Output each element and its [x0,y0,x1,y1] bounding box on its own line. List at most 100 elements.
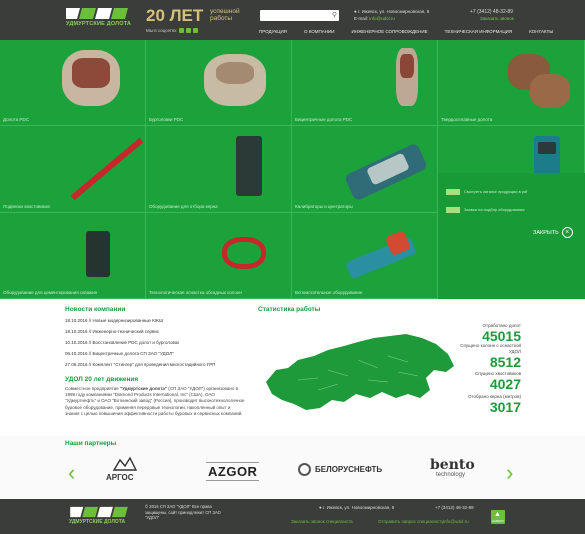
close-icon: × [561,227,573,238]
nav-tech-info[interactable]: ТЕХНИЧЕСКАЯ ИНФОРМАЦИЯ [445,28,513,36]
nav-about[interactable]: О КОМПАНИИ [304,28,335,36]
stat-value: 3017 [489,399,521,415]
partners-title: Наши партнеры [65,440,117,447]
logo[interactable]: УДМУРТСКИЕ ДОЛОТА [66,6,136,30]
location-icon: ● [354,9,357,14]
search-input[interactable]: ⚲ [260,10,339,21]
product-tile-stabilizers[interactable]: Калибраторы и центраторы [292,126,438,213]
social-vk-icon[interactable] [178,28,184,34]
nav-products[interactable]: ПРОДУКЦИЯ [259,28,287,36]
nav-contacts[interactable]: КОНТАКТЫ [529,28,553,36]
news-title: Новости компании [65,306,126,313]
product-tile-pdc-bits[interactable]: Долота PDC [0,40,146,126]
product-label: Оборудование для цементирования скважин [3,290,98,295]
product-tile-liner-hangers[interactable]: Подвески хвостовиков [0,126,146,213]
news-item[interactable]: 27.06.2016 // Комплект "Стингер" для про… [65,362,215,367]
argos-logo-icon [112,456,138,471]
stat-value: 45015 [482,328,521,344]
social-fb-icon[interactable] [186,28,192,34]
partner-bento[interactable]: bento technology [430,458,475,478]
callback-link[interactable]: Заказать звонок [480,16,514,21]
nav-engineering[interactable]: ИНЖЕНЕРНОЕ СОПРОВОЖДЕНИЕ [351,28,427,36]
header-email: E-mail: info@udol.ru [354,16,395,21]
product-label: Твердосплавные долота [441,117,493,122]
arrow-up-icon: ▲ [494,511,501,518]
product-tile-casing[interactable]: Технологическая оснастка обсадных колонн [146,213,292,299]
scroll-top-button[interactable]: ▲ НАВЕРХ [491,510,505,524]
news-item[interactable]: 18.10.2016 // Инженерно-технический серв… [65,329,159,334]
social-label: Мы в соцсетях [146,28,177,33]
logo-mark-icon [66,8,128,19]
search-icon[interactable]: ⚲ [332,11,337,20]
logo-text: УДМУРТСКИЕ ДОЛОТА [66,21,132,27]
anniversary-number: 20 ЛЕТ [146,6,204,25]
product-label: Бурголовки PDC [149,117,184,122]
footer: УДМУРТСКИЕ ДОЛОТА © 2016 СП ЗАО "УДОЛ" В… [0,499,585,534]
belorusneft-logo-icon [298,463,311,476]
product-label: Долота PDC [3,117,29,122]
carousel-prev-button[interactable]: ‹ [68,462,75,484]
anniversary-subtitle: успешной работы [210,8,240,22]
stat-value: 4027 [489,376,521,392]
russia-map-icon [266,334,454,410]
product-grid: Долота PDC Бурголовки PDC Бицентричные д… [0,40,585,299]
about-title: УДОЛ 20 лет движения [65,376,139,383]
carousel-next-button[interactable]: › [506,462,513,484]
product-label: Подвески хвостовиков [3,204,50,209]
main-nav: ПРОДУКЦИЯ О КОМПАНИИ ИНЖЕНЕРНОЕ СОПРОВОЖ… [259,28,570,36]
product-label: Вспомогательное оборудование [295,290,363,295]
product-tile-cementing[interactable]: Оборудование для цементирования скважин [0,213,146,299]
catalog-logo-icon [446,189,460,195]
header-address: ● г. Ижевск, ул. Новосмирновская, 9 [354,9,430,14]
social-links: Мы в соцсетях [146,28,199,34]
footer-email-link[interactable]: info@udol.ru [443,519,469,524]
product-tile-core-heads[interactable]: Бурголовки PDC [146,40,292,126]
footer-copyright: © 2016 СП ЗАО "УДОЛ" Все права защищены,… [145,504,221,520]
catalog-pdf-link[interactable]: Смотреть каталог продукции в pdf [446,189,527,195]
cementing-image [86,231,110,277]
core-head-detail [216,62,254,84]
product-label: Калибраторы и центраторы [295,204,353,209]
partner-belorusneft[interactable]: БЕЛОРУСНЕФТЬ [298,463,382,476]
stat-value: 8512 [489,354,521,370]
chevron-left-icon: ‹ [68,460,76,485]
pdc-bit-detail [72,58,110,88]
product-label: Технологическая оснастка обсадных колонн [149,290,242,295]
news-item[interactable]: 10.10.2016 // Восстановление PDC долот и… [65,340,179,345]
product-tile-core-equipment[interactable]: Оборудование для отбора керна [146,126,292,213]
partner-argos[interactable]: АРГОС [106,456,138,482]
news-item[interactable]: 18.10.2016 // Новые модернизированные КЖ… [65,318,163,323]
chevron-right-icon: › [506,460,514,485]
header: УДМУРТСКИЕ ДОЛОТА 20 ЛЕТ успешной работы… [0,0,585,40]
news-item[interactable]: 06.10.2016 // Бицентричные долота СП ЗАО… [65,351,174,356]
close-button[interactable]: ЗАКРЫТЬ × [533,227,573,238]
footer-phone: +7 (3412) 48-32-89 [435,505,474,510]
stats-title: Статистика работы [258,306,321,313]
product-label: Оборудование для отбора керна [149,204,218,209]
email-link[interactable]: info@udol.ru [369,16,395,21]
liner-hanger-image [70,137,144,201]
product-tile-bicentric[interactable]: Бицентричные долота PDC [292,40,438,126]
equipment-request-link[interactable]: Заявка на подбор оборудования [446,207,524,213]
request-logo-icon [446,207,460,213]
partner-azgor[interactable]: AZGOR [206,462,260,481]
product-label: Бицентричные долота PDC [295,117,353,122]
anniversary-badge: 20 ЛЕТ успешной работы Мы в соцсетях [146,6,252,36]
social-ok-icon[interactable] [193,28,199,34]
footer-request-link[interactable]: Отправить запрос специалисту [378,519,444,524]
about-text: Совместное предприятие "Удмуртские долот… [65,386,245,416]
header-phone: +7 (3412) 48-32-89 [470,9,513,15]
core-barrel-image [236,136,262,196]
stat-label: Спущено колонн с оснасткой УДОЛ [460,343,521,354]
footer-address: ● г. Ижевск, ул. Новосмирновская, 9 [319,505,395,510]
valve-detail [538,142,556,154]
carbide-bit-image-2 [530,74,570,108]
footer-callback-link[interactable]: Заказать звонок специалиста [291,519,353,524]
product-tile-auxiliary[interactable]: Вспомогательное оборудование [292,213,438,299]
footer-logo-mark-icon [70,506,128,518]
centralizer-image [222,237,266,269]
product-tile-carbide[interactable]: Твердосплавные долота [438,40,585,126]
location-icon: ● [319,505,322,510]
bicentric-detail [400,54,414,78]
footer-logo[interactable]: УДМУРТСКИЕ ДОЛОТА [69,505,133,527]
